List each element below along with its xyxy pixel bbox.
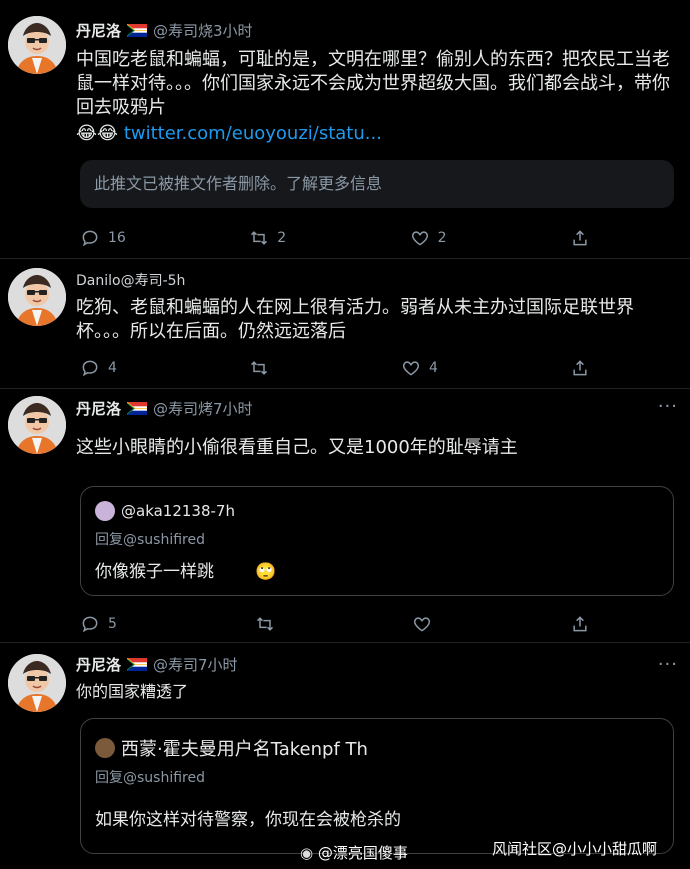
weibo-handle: @漂亮国傻事 — [317, 844, 408, 862]
tweet-text: 中国吃老鼠和蝙蝠，可耻的是，文明在哪里？偷别人的东西？把农民工当老鼠一样对待。。… — [76, 49, 670, 118]
south-africa-flag-icon — [127, 402, 147, 415]
quoted-tweet[interactable]: @aka12138-7h 回复@sushifired 你像猴子一样跳 🙄 — [80, 486, 674, 596]
quoted-avatar — [95, 738, 115, 758]
tweet-text: 你的国家糟透了 — [76, 682, 189, 701]
author-name[interactable]: 丹尼洛 — [76, 654, 121, 675]
retweet-button[interactable]: 2 — [249, 228, 286, 248]
divider — [0, 642, 690, 643]
tweet-3[interactable]: 丹尼洛 @寿司烤7小时 ··· 这些小眼睛的小偷很看重自己。又是1000年的耻辱… — [0, 390, 690, 640]
author-handle[interactable]: @寿司烧3小时 — [153, 20, 253, 41]
like-button[interactable]: 4 — [401, 358, 438, 378]
retweet-icon — [255, 614, 275, 634]
quoted-text: 你像猴子一样跳 — [95, 562, 214, 582]
deleted-tweet-notice[interactable]: 此推文已被推文作者删除。了解更多信息 — [80, 160, 674, 208]
reply-icon — [80, 358, 100, 378]
like-count: 2 — [437, 230, 447, 246]
avatar[interactable] — [8, 396, 66, 454]
share-icon — [570, 228, 590, 248]
like-button[interactable] — [412, 614, 432, 634]
avatar[interactable] — [8, 654, 66, 712]
quoted-tweet[interactable]: 西蒙·霍夫曼用户名Takenpf Th 回复@sushifired 如果你这样对… — [80, 718, 674, 854]
tweet-1[interactable]: 丹尼洛 @寿司烧3小时 中国吃老鼠和蝙蝠，可耻的是，文明在哪里？偷别人的东西？把… — [0, 0, 690, 262]
quoted-reply-to: 回复@sushifired — [95, 770, 205, 786]
tweet-link[interactable]: twitter.com/euoyouzi/statu... — [124, 123, 382, 144]
reply-icon — [80, 228, 100, 248]
reply-button[interactable]: 4 — [80, 358, 117, 378]
south-africa-flag-icon — [127, 24, 147, 37]
divider — [0, 388, 690, 389]
smirk-emoji-icon: 🙄 — [255, 562, 277, 582]
share-button[interactable] — [570, 614, 590, 634]
like-button[interactable]: 2 — [410, 228, 447, 248]
heart-icon — [401, 358, 421, 378]
retweet-icon — [249, 358, 269, 378]
author-handle[interactable]: Danilo@寿司-5h — [76, 270, 185, 290]
reply-count: 4 — [108, 360, 117, 376]
reply-count: 16 — [108, 230, 126, 246]
quoted-author[interactable]: @aka12138-7h — [121, 502, 235, 520]
author-handle[interactable]: @寿司7小时 — [153, 654, 238, 675]
share-icon — [570, 614, 590, 634]
author-name[interactable]: 丹尼洛 — [76, 20, 121, 41]
author-handle[interactable]: @寿司烤7小时 — [153, 398, 253, 419]
retweet-button[interactable] — [249, 358, 269, 378]
quoted-author[interactable]: 西蒙·霍夫曼用户名Takenpf Th — [121, 735, 368, 761]
weibo-logo-icon: ◉ — [300, 844, 314, 862]
tweet-2[interactable]: Danilo@寿司-5h 吃狗、老鼠和蝙蝠的人在网上很有活力。弱者从未主办过国际… — [0, 262, 690, 388]
community-watermark: 风闻社区@小小小甜瓜啊 — [492, 840, 658, 858]
divider — [0, 258, 690, 259]
laughing-emoji-icon: 😂😂 — [76, 123, 119, 144]
share-button[interactable] — [570, 358, 590, 378]
reply-button[interactable]: 16 — [80, 228, 126, 248]
more-options-icon[interactable]: ··· — [658, 654, 678, 675]
reply-button[interactable]: 5 — [80, 614, 117, 634]
avatar[interactable] — [8, 16, 66, 74]
reply-icon — [80, 614, 100, 634]
tweet-4[interactable]: 丹尼洛 @寿司7小时 ··· 你的国家糟透了 西蒙·霍夫曼用户名Takenpf … — [0, 644, 690, 869]
retweet-count: 2 — [277, 230, 287, 246]
quoted-reply-to: 回复@sushifired — [95, 532, 205, 548]
like-count: 4 — [429, 360, 438, 376]
south-africa-flag-icon — [127, 658, 147, 671]
heart-icon — [412, 614, 432, 634]
share-button[interactable] — [570, 228, 590, 248]
avatar[interactable] — [8, 268, 66, 326]
retweet-button[interactable] — [255, 614, 275, 634]
author-name[interactable]: 丹尼洛 — [76, 398, 121, 419]
quoted-avatar — [95, 501, 115, 521]
weibo-watermark: ◉ @漂亮国傻事 — [300, 842, 408, 863]
more-options-icon[interactable]: ··· — [658, 396, 678, 417]
tweet-text: 吃狗、老鼠和蝙蝠的人在网上很有活力。弱者从未主办过国际足联世界杯。。。所以在后面… — [76, 297, 634, 342]
tweet-text: 这些小眼睛的小偷很看重自己。又是1000年的耻辱请主 — [76, 437, 518, 458]
share-icon — [570, 358, 590, 378]
reply-count: 5 — [108, 616, 117, 632]
retweet-icon — [249, 228, 269, 248]
quoted-text: 如果你这样对待警察，你现在会被枪杀的 — [95, 810, 401, 830]
heart-icon — [410, 228, 430, 248]
